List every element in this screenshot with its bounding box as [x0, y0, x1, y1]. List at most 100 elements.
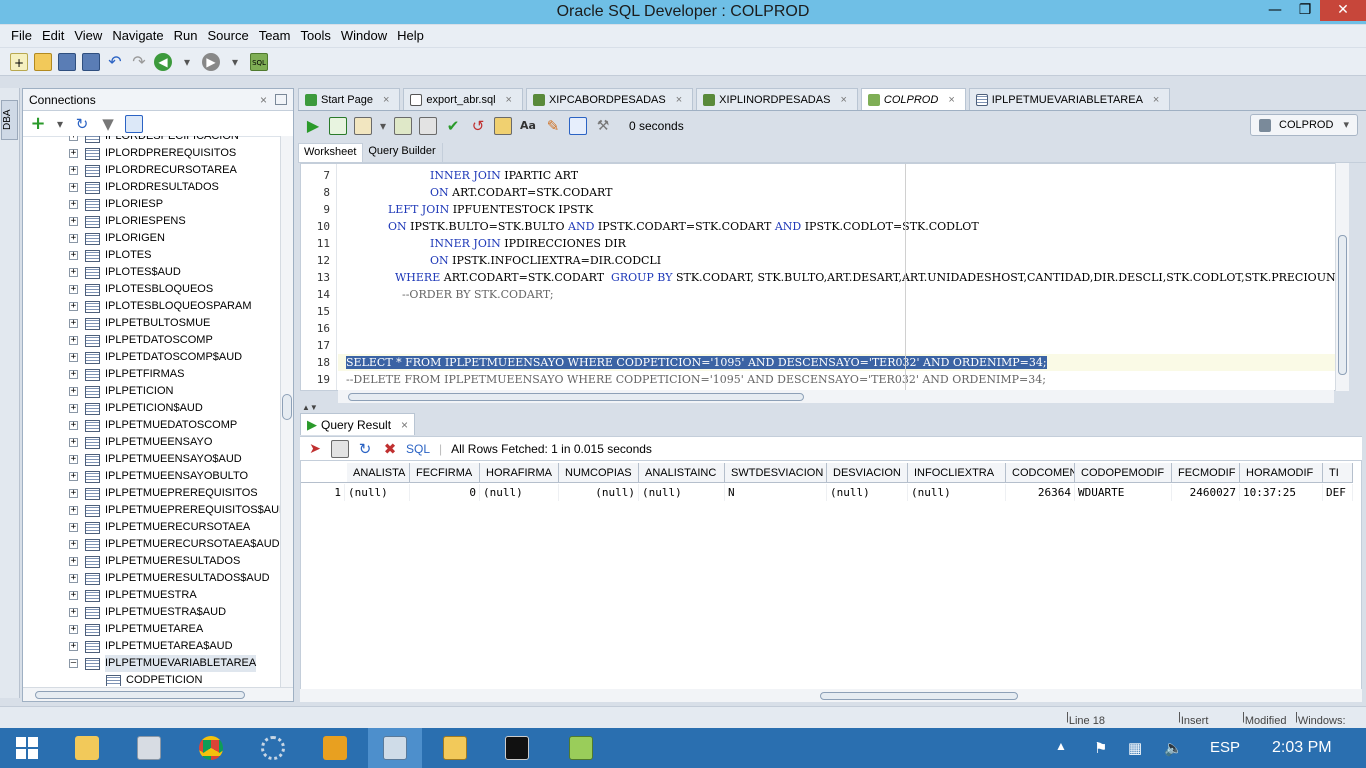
expand-icon[interactable]: + [69, 251, 78, 260]
column-header[interactable]: CODCOMEN [1006, 463, 1075, 483]
tree-item[interactable]: + IPLORIESP [23, 196, 281, 213]
tree-item[interactable]: + IPLPETICION$AUD [23, 400, 281, 417]
column-header[interactable]: NUMCOPIAS [559, 463, 639, 483]
chevron-down-icon[interactable]: ▾ [379, 117, 387, 135]
menu-edit[interactable]: Edit [37, 25, 69, 47]
table-cell[interactable]: (null) [480, 484, 559, 501]
expand-icon[interactable]: + [69, 302, 78, 311]
scroll-thumb[interactable] [1338, 235, 1347, 375]
add-connection-icon[interactable]: + [29, 114, 47, 133]
tree-item[interactable]: + IPLOTESBLOQUEOS [23, 281, 281, 298]
collapse-icon[interactable]: – [69, 659, 78, 668]
pane-splitter[interactable]: ▲▼ [298, 403, 1366, 412]
menu-window[interactable]: Window [336, 25, 392, 47]
start-button[interactable] [0, 728, 54, 768]
column-header[interactable]: FECFIRMA [410, 463, 480, 483]
expand-icon[interactable]: + [69, 234, 78, 243]
expand-icon[interactable]: + [69, 217, 78, 226]
commit-icon[interactable] [354, 117, 372, 135]
expand-icon[interactable]: + [69, 574, 78, 583]
table-cell[interactable]: (null) [345, 484, 410, 501]
tree-vertical-scrollbar[interactable] [280, 136, 293, 688]
tree-item[interactable]: + IPLORDRESULTADOS [23, 179, 281, 196]
tools-icon[interactable]: ⚒ [594, 117, 612, 135]
expand-icon[interactable]: + [69, 489, 78, 498]
column-header[interactable]: SWTDESVIACION [725, 463, 827, 483]
tree-item[interactable]: + IPLPETMUERECURSOTAEA$AUD [23, 536, 281, 553]
taskbar-app[interactable] [308, 728, 362, 768]
expand-icon[interactable]: + [69, 149, 78, 158]
tree-item[interactable]: + IPLPETMUEENSAYOBULTO [23, 468, 281, 485]
results-grid[interactable]: ANALISTA FECFIRMA HORAFIRMA NUMCOPIAS AN… [300, 460, 1362, 690]
forward-icon[interactable]: ▶ [202, 52, 220, 71]
network-icon[interactable]: ▦ [1128, 739, 1142, 757]
forward-dropdown-icon[interactable]: ▾ [226, 53, 244, 71]
menu-navigate[interactable]: Navigate [107, 25, 168, 47]
new-icon[interactable]: + [10, 52, 28, 71]
tree-item[interactable]: + IPLPETICION [23, 383, 281, 400]
expand-icon[interactable]: + [69, 642, 78, 651]
menu-tools[interactable]: Tools [295, 25, 335, 47]
expand-icon[interactable]: + [69, 319, 78, 328]
table-cell[interactable]: (null) [908, 484, 1006, 501]
table-cell[interactable]: N [725, 484, 827, 501]
tree-item[interactable]: + IPLORDPREREQUISITOS [23, 145, 281, 162]
table-cell[interactable]: (null) [639, 484, 725, 501]
tab-start-page[interactable]: Start Page × [298, 88, 401, 110]
table-cell[interactable]: 0 [410, 484, 480, 501]
close-icon[interactable]: × [260, 89, 267, 111]
expand-icon[interactable]: + [69, 387, 78, 396]
flag-icon[interactable]: ⚑ [1094, 739, 1107, 757]
menu-view[interactable]: View [69, 25, 107, 47]
taskbar-file-transfer[interactable] [428, 728, 482, 768]
expand-icon[interactable]: + [69, 285, 78, 294]
minimize-icon[interactable] [275, 94, 287, 105]
tree-item[interactable]: + IPLPETMUERESULTADOS [23, 553, 281, 570]
open-icon[interactable] [34, 52, 52, 71]
scroll-thumb[interactable] [820, 692, 1018, 700]
tree-item[interactable]: + IPLPETMUERESULTADOS$AUD [23, 570, 281, 587]
back-icon[interactable]: ◀ [154, 52, 172, 71]
volume-icon[interactable]: 🔈 [1164, 739, 1183, 757]
tree-item[interactable]: + IPLORIGEN [23, 230, 281, 247]
grid-horizontal-scrollbar[interactable] [300, 689, 1362, 702]
tab-query-result[interactable]: ▶ Query Result × [300, 413, 416, 435]
tree-item[interactable]: + IPLORDESPECIFICACION [23, 136, 281, 145]
tree-item[interactable]: + IPLORIESPENS [23, 213, 281, 230]
tree-item[interactable]: + IPLPETMUEPREREQUISITOS [23, 485, 281, 502]
column-header[interactable]: HORAFIRMA [480, 463, 559, 483]
tree-item[interactable]: + IPLPETMUETAREA$AUD [23, 638, 281, 655]
expand-icon[interactable]: + [69, 472, 78, 481]
table-cell[interactable]: WDUARTE [1075, 484, 1172, 501]
sql-editor[interactable]: 7 8 9 10 11 12 13 14 15 16 17 18 19 INNE… [300, 163, 1348, 391]
taskbar-settings[interactable] [246, 728, 300, 768]
tree-item[interactable]: + IPLORDRECURSOTAREA [23, 162, 281, 179]
chevron-down-icon[interactable]: ▾ [55, 115, 65, 133]
expand-icon[interactable]: + [69, 421, 78, 430]
show-hidden-icons-icon[interactable]: ▲ [1055, 739, 1067, 753]
tab-colprod[interactable]: COLPROD × [860, 88, 966, 110]
column-header[interactable]: TI [1323, 463, 1353, 483]
tree-item[interactable]: + IPLPETMUEENSAYO [23, 434, 281, 451]
expand-icon[interactable]: + [69, 200, 78, 209]
editor-horizontal-scrollbar[interactable] [338, 390, 1334, 403]
column-header[interactable]: ANALISTAINC [639, 463, 725, 483]
to-upper-icon[interactable]: Aa [519, 117, 537, 135]
pin-icon[interactable]: ➤ [306, 440, 324, 458]
redo-icon[interactable]: ↷ [130, 52, 148, 71]
save-icon[interactable] [58, 52, 76, 71]
taskbar-command-prompt[interactable] [490, 728, 544, 768]
table-cell[interactable]: 26364 [1006, 484, 1075, 501]
tree-item[interactable]: + IPLOTES [23, 247, 281, 264]
close-icon[interactable]: × [401, 418, 408, 432]
expand-icon[interactable]: + [69, 438, 78, 447]
run-script-icon[interactable] [329, 117, 347, 135]
tab-xiplinordpesadas[interactable]: XIPLINORDPESADAS × [696, 88, 858, 110]
tree-item[interactable]: + IPLPETDATOSCOMP$AUD [23, 349, 281, 366]
expand-icon[interactable]: + [69, 404, 78, 413]
taskbar-chrome[interactable] [184, 728, 238, 768]
close-icon[interactable]: × [383, 94, 389, 106]
close-icon[interactable]: ✕ [1320, 0, 1366, 21]
tree-item[interactable]: + IPLPETBULTOSMUE [23, 315, 281, 332]
explain-plan-icon[interactable] [394, 117, 412, 135]
